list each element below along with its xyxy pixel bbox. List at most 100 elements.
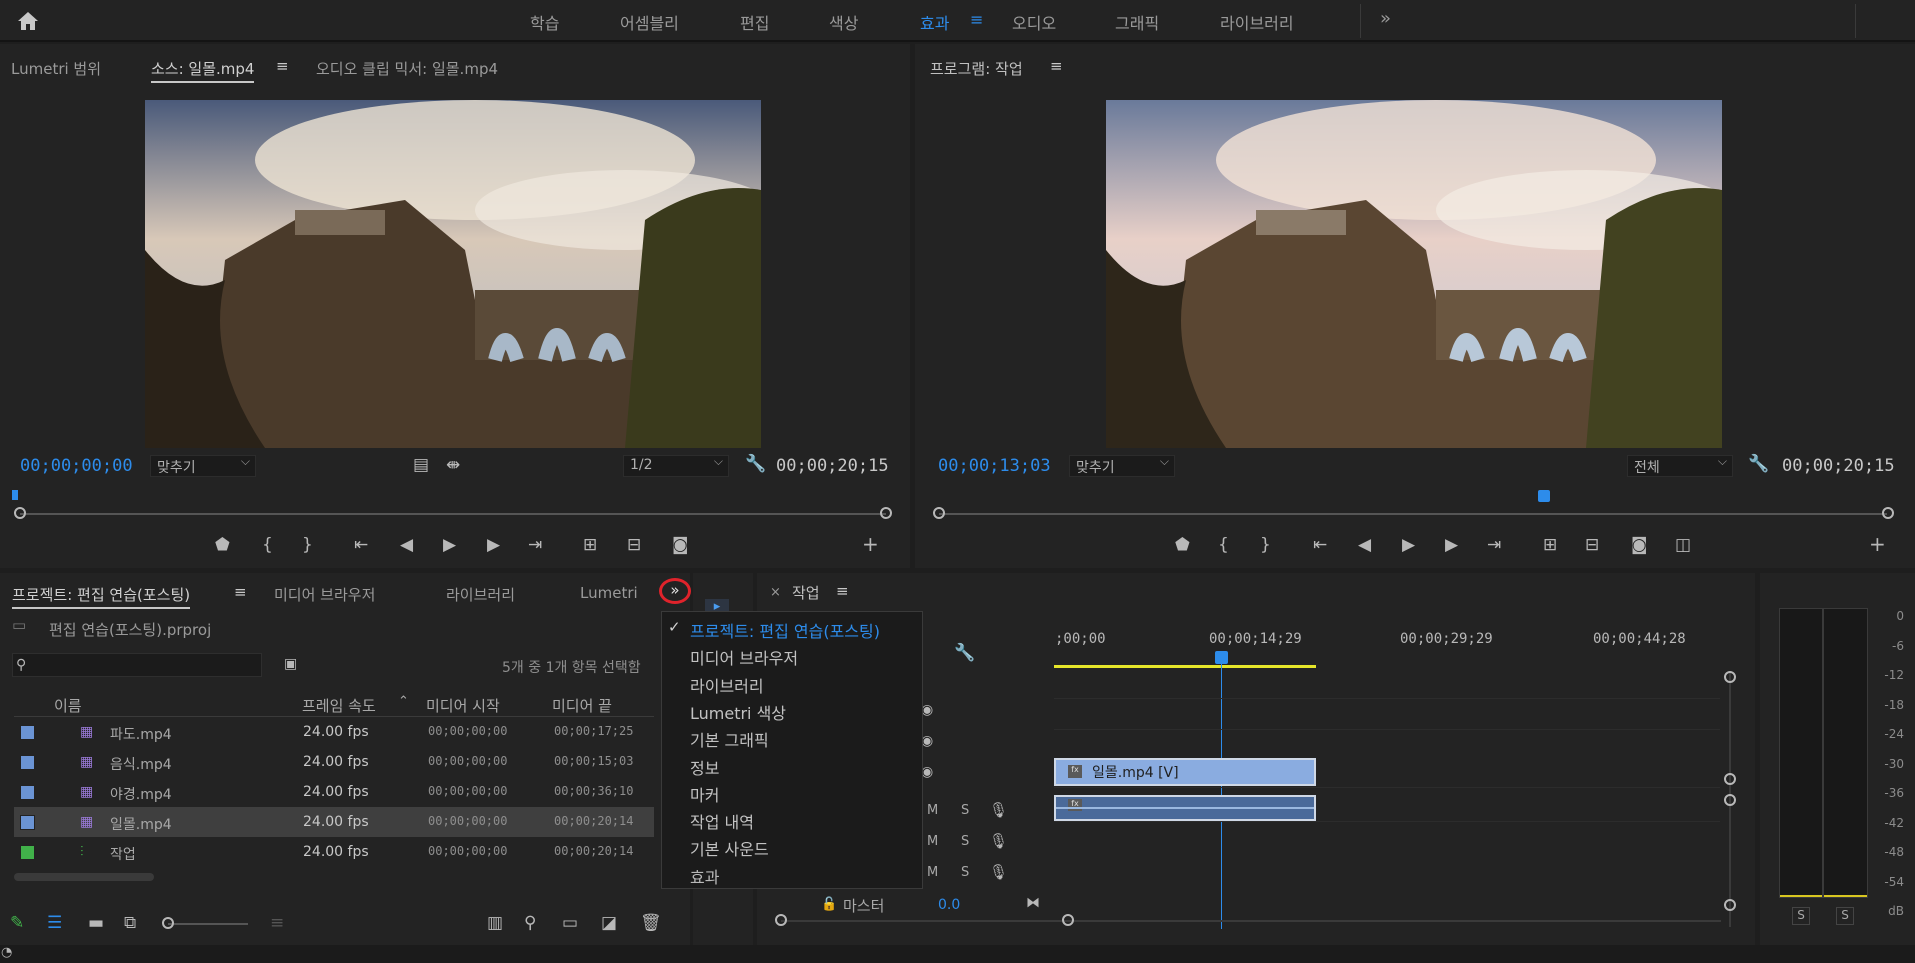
- find-icon[interactable]: ⚲: [524, 913, 536, 933]
- a1-mute-button[interactable]: M: [927, 803, 938, 818]
- table-row[interactable]: ▦ 일몰.mp4 24.00 fps 00;00;00;00 00;00;20;14: [14, 807, 654, 837]
- menu-item[interactable]: Lumetri 색상: [690, 700, 786, 724]
- column-media-end[interactable]: 미디어 끝: [552, 695, 612, 716]
- tab-libraries[interactable]: 라이브러리: [446, 584, 515, 605]
- workspace-graphics[interactable]: 그래픽: [1115, 10, 1159, 34]
- menu-item[interactable]: 작업 내역: [690, 809, 754, 833]
- export-frame-settings-icon[interactable]: ▤: [413, 455, 429, 475]
- sort-ascending-icon[interactable]: ⌃: [398, 694, 409, 709]
- program-go-to-in-icon[interactable]: ⇤: [1313, 535, 1327, 555]
- program-zoom-handle-right[interactable]: [1882, 507, 1894, 519]
- overwrite-icon[interactable]: ⊟: [627, 535, 641, 555]
- menu-item[interactable]: 프로젝트: 편집 연습(포스팅): [690, 618, 880, 642]
- mark-out-icon[interactable]: }: [302, 535, 313, 555]
- column-name[interactable]: 이름: [54, 695, 82, 716]
- camera-icon[interactable]: ◙: [672, 535, 689, 555]
- zoom-slider-handle[interactable]: [162, 917, 174, 929]
- program-add-marker-icon[interactable]: ⬟: [1175, 535, 1190, 555]
- a2-voiceover-mic-icon[interactable]: 🎙: [989, 831, 1008, 851]
- cell-name[interactable]: 야경.mp4: [110, 784, 172, 804]
- a3-voiceover-mic-icon[interactable]: 🎙: [989, 862, 1008, 882]
- table-row[interactable]: ▦ 야경.mp4 24.00 fps 00;00;00;00 00;00;36;10: [14, 777, 654, 807]
- home-icon[interactable]: [15, 10, 41, 34]
- tab-lumetri-scopes[interactable]: Lumetri 범위: [11, 58, 101, 79]
- new-search-bin-icon[interactable]: ▣: [284, 654, 297, 674]
- a2-mute-button[interactable]: M: [927, 834, 938, 849]
- new-item-icon[interactable]: ◪: [601, 913, 617, 933]
- tab-timeline[interactable]: 작업: [792, 582, 820, 603]
- workspace-menu-icon[interactable]: ≡: [970, 10, 983, 29]
- label-color-swatch[interactable]: [20, 785, 35, 800]
- tab-source[interactable]: 소스: 일몰.mp4: [151, 58, 255, 83]
- new-bin-icon[interactable]: ▭: [562, 913, 578, 933]
- cell-name[interactable]: 일몰.mp4: [110, 814, 172, 834]
- workspace-effects[interactable]: 효과: [920, 10, 949, 34]
- label-color-swatch[interactable]: [20, 725, 35, 740]
- source-timecode[interactable]: 00;00;00;00: [20, 456, 133, 476]
- program-step-forward-icon[interactable]: ▶: [1445, 535, 1458, 555]
- program-playhead[interactable]: [1538, 490, 1550, 502]
- a1-voiceover-mic-icon[interactable]: 🎙: [989, 800, 1008, 820]
- program-menu-icon[interactable]: ≡: [1050, 57, 1063, 75]
- step-forward-icon[interactable]: ▶: [487, 535, 500, 555]
- cell-name[interactable]: 작업: [110, 844, 136, 864]
- menu-item[interactable]: 기본 그래픽: [690, 727, 769, 751]
- zoom-slider[interactable]: [168, 923, 248, 925]
- menu-item[interactable]: 마커: [690, 782, 719, 806]
- go-to-end-icon[interactable]: ⧓: [1026, 893, 1040, 913]
- program-scrub-bar[interactable]: [939, 513, 1887, 515]
- insert-overwrite-icon[interactable]: ⇼: [446, 455, 460, 475]
- tab-program[interactable]: 프로그램: 작업: [930, 58, 1023, 79]
- timeline-hscroll-handle-right[interactable]: [1062, 914, 1074, 926]
- a2-solo-button[interactable]: S: [961, 834, 969, 849]
- program-wrench-icon[interactable]: 🔧: [1748, 454, 1769, 474]
- timeline-vscroll-handle-mid[interactable]: [1724, 773, 1736, 785]
- a1-solo-button[interactable]: S: [961, 803, 969, 818]
- timeline-close-icon[interactable]: ×: [770, 585, 781, 600]
- button-editor-plus-icon[interactable]: +: [862, 534, 879, 554]
- label-color-swatch[interactable]: [20, 845, 35, 860]
- a3-mute-button[interactable]: M: [927, 865, 938, 880]
- column-frame-rate[interactable]: 프레임 속도: [302, 695, 376, 716]
- freeform-view-icon[interactable]: ⧉: [124, 913, 136, 933]
- project-hscroll[interactable]: [14, 873, 154, 881]
- master-lock-icon[interactable]: 🔓: [821, 895, 837, 915]
- tab-lumetri[interactable]: Lumetri: [580, 584, 638, 602]
- timeline-menu-icon[interactable]: ≡: [836, 582, 849, 600]
- timeline-vscroll-handle-bottom[interactable]: [1724, 899, 1736, 911]
- program-fit-dropdown[interactable]: 맞추기: [1069, 454, 1175, 477]
- more-workspaces-icon[interactable]: »: [1380, 8, 1391, 29]
- menu-item[interactable]: 미디어 브라우저: [690, 645, 798, 669]
- program-go-to-out-icon[interactable]: ⇥: [1487, 535, 1501, 555]
- table-row[interactable]: ▦ 파도.mp4 24.00 fps 00;00;00;00 00;00;17;25: [14, 717, 654, 747]
- tab-menu-icon[interactable]: ≡: [276, 57, 289, 75]
- master-volume-value[interactable]: 0.0: [938, 897, 960, 913]
- column-media-start[interactable]: 미디어 시작: [426, 695, 500, 716]
- label-color-swatch[interactable]: [20, 755, 35, 770]
- program-step-back-icon[interactable]: ◀: [1358, 535, 1371, 555]
- timeline-hscroll-handle-left[interactable]: [775, 914, 787, 926]
- workspace-editing[interactable]: 편집: [740, 10, 769, 34]
- menu-item[interactable]: 효과: [690, 864, 719, 888]
- extract-icon[interactable]: ⊟: [1585, 535, 1599, 555]
- audio-clip[interactable]: fx: [1054, 795, 1316, 821]
- source-scrub-bar[interactable]: [20, 513, 886, 515]
- list-view-icon[interactable]: ☰: [47, 913, 62, 933]
- play-icon[interactable]: ▶: [443, 535, 456, 555]
- workspace-libraries[interactable]: 라이브러리: [1220, 10, 1294, 34]
- label-color-swatch[interactable]: [20, 815, 35, 830]
- sort-icons-icon[interactable]: ≡: [270, 913, 284, 933]
- solo-left-button[interactable]: S: [1792, 907, 1810, 925]
- status-icon[interactable]: ◔: [1, 943, 12, 963]
- workspace-color[interactable]: 색상: [829, 10, 858, 34]
- timeline-settings-wrench-icon[interactable]: 🔧: [954, 643, 975, 663]
- go-to-out-icon[interactable]: ⇥: [528, 535, 542, 555]
- source-zoom-handle-left[interactable]: [14, 507, 26, 519]
- table-row[interactable]: ⫶ 작업 24.00 fps 00;00;00;00 00;00;20;14: [14, 837, 654, 867]
- tab-project[interactable]: 프로젝트: 편집 연습(포스팅): [12, 584, 191, 609]
- wrench-icon[interactable]: 🔧: [745, 454, 766, 474]
- menu-item[interactable]: 라이브러리: [690, 673, 764, 697]
- workspace-audio[interactable]: 오디오: [1012, 10, 1056, 34]
- menu-item[interactable]: 정보: [690, 755, 719, 779]
- source-zoom-handle-right[interactable]: [880, 507, 892, 519]
